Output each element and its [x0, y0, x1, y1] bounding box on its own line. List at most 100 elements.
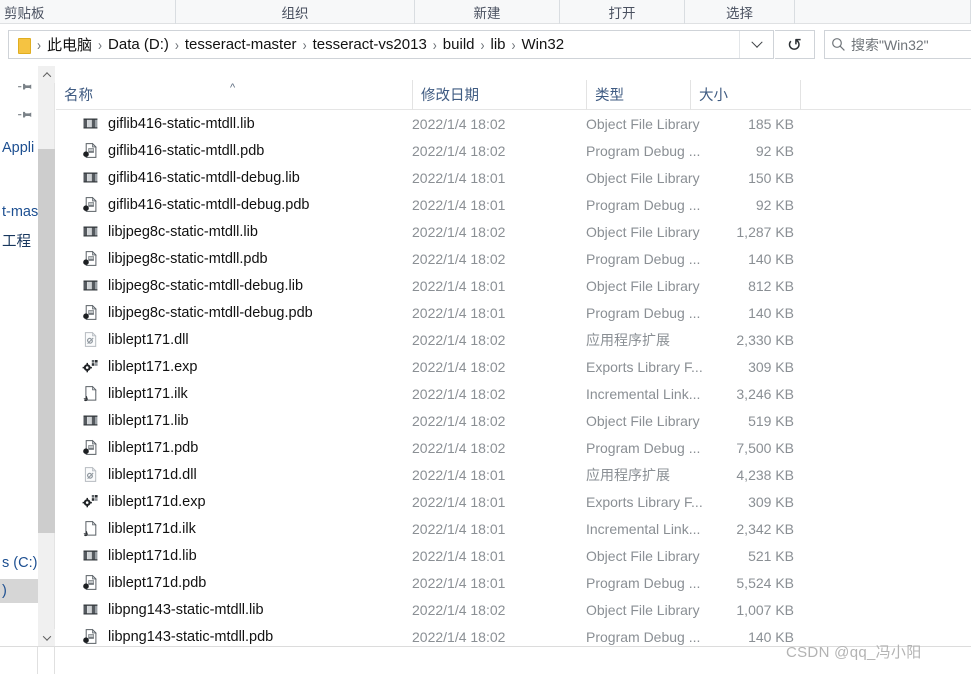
refresh-icon: ↻	[786, 34, 803, 55]
table-row[interactable]: giflib416-static-mtdll.lib 2022/1/4 18:02…	[56, 110, 971, 137]
column-header-label: 名称	[64, 88, 93, 104]
cell-name[interactable]: liblept171d.exp	[82, 488, 412, 515]
cell-date-modified: 2022/1/4 18:02	[412, 601, 506, 618]
table-row[interactable]: giflib416-static-mtdll-debug.pdb 2022/1/4…	[56, 191, 971, 218]
cell-name[interactable]: liblept171.exp	[82, 353, 412, 380]
scroll-up-button[interactable]	[38, 66, 55, 83]
cell-name[interactable]: libjpeg8c-static-mtdll.lib	[82, 218, 412, 245]
column-header-size[interactable]: 大小	[690, 80, 800, 110]
nav-item-5[interactable]: 工程	[0, 228, 31, 252]
cell-name[interactable]: libjpeg8c-static-mtdll-debug.lib	[82, 272, 412, 299]
cell-date-modified: 2022/1/4 18:02	[412, 223, 506, 240]
address-toolbar: › 此电脑 › Data (D:) › tesseract-master › tesserac…	[0, 25, 971, 65]
table-row[interactable]: giflib416-static-mtdll-debug.lib 2022/1/4…	[56, 164, 971, 191]
cell-name[interactable]: liblept171.pdb	[82, 434, 412, 461]
cell-date-modified: 2022/1/4 18:02	[412, 331, 506, 348]
table-row[interactable]: giflib416-static-mtdll.pdb 2022/1/4 18:02…	[56, 137, 971, 164]
cell-name[interactable]: libpng143-static-mtdll.pdb	[82, 623, 412, 646]
cell-name[interactable]: libjpeg8c-static-mtdll-debug.pdb	[82, 299, 412, 326]
column-header-spacer[interactable]	[800, 80, 860, 110]
table-row[interactable]: liblept171.exp 2022/1/4 18:02 Exports Libr…	[56, 353, 971, 380]
table-row[interactable]: libjpeg8c-static-mtdll.pdb 2022/1/4 18:02…	[56, 245, 971, 272]
cell-name[interactable]: giflib416-static-mtdll.lib	[82, 110, 412, 137]
cell-name[interactable]: giflib416-static-mtdll-debug.pdb	[82, 191, 412, 218]
cell-name[interactable]: liblept171d.dll	[82, 461, 412, 488]
pin-icon[interactable]	[15, 103, 38, 126]
file-name-label: libpng143-static-mtdll.pdb	[108, 628, 274, 645]
sort-ascending-icon: ^	[230, 82, 236, 94]
status-bar-segment	[38, 647, 55, 674]
table-row[interactable]: libjpeg8c-static-mtdll-debug.pdb 2022/1/4…	[56, 299, 971, 326]
file-name-label: liblept171.exp	[108, 358, 198, 375]
nav-item-7[interactable]: )	[0, 579, 38, 603]
file-name-label: liblept171d.exp	[108, 493, 206, 510]
column-header-label: 修改日期	[421, 88, 479, 104]
address-bar[interactable]: › 此电脑 › Data (D:) › tesseract-master › tesserac…	[8, 30, 774, 59]
file-rows[interactable]: giflib416-static-mtdll.lib 2022/1/4 18:02…	[56, 110, 971, 646]
table-row[interactable]: liblept171.dll 2022/1/4 18:02 应用程序扩展 2,330 …	[56, 326, 971, 353]
cell-size: 92 KB	[755, 142, 794, 159]
cell-name[interactable]: liblept171d.pdb	[82, 569, 412, 596]
refresh-button[interactable]: ↻	[775, 30, 815, 59]
address-dropdown-button[interactable]	[739, 31, 773, 58]
ribbon-group-label: 组织	[281, 6, 309, 21]
column-header-date[interactable]: 修改日期	[412, 80, 586, 110]
breadcrumb-item-7[interactable]: Win32	[517, 36, 570, 53]
pdb-file-icon	[82, 250, 99, 267]
nav-item-3[interactable]: Appli	[0, 136, 34, 160]
cell-name[interactable]: libjpeg8c-static-mtdll.pdb	[82, 245, 412, 272]
table-row[interactable]: liblept171d.ilk 2022/1/4 18:01 Incremental…	[56, 515, 971, 542]
breadcrumb[interactable]: › 此电脑 › Data (D:) › tesseract-master › tesserac…	[34, 34, 739, 55]
search-box[interactable]: 搜索"Win32"	[824, 30, 971, 59]
pin-icon[interactable]	[15, 75, 38, 98]
scrollbar-thumb[interactable]	[38, 149, 55, 533]
file-name-label: giflib416-static-mtdll-debug.lib	[108, 169, 300, 186]
table-row[interactable]: libjpeg8c-static-mtdll.lib 2022/1/4 18:02…	[56, 218, 971, 245]
file-list-pane[interactable]: 名称 ^ 修改日期 类型 大小 giflib416-static-mtdll.lib 20…	[56, 66, 971, 646]
column-header-name[interactable]: 名称 ^	[56, 80, 412, 110]
breadcrumb-separator: ›	[37, 35, 41, 54]
table-row[interactable]: liblept171d.dll 2022/1/4 18:01 应用程序扩展 4,238…	[56, 461, 971, 488]
cell-name[interactable]: liblept171d.lib	[82, 542, 412, 569]
file-name-label: liblept171.pdb	[108, 439, 199, 456]
breadcrumb-item-1[interactable]: 此电脑	[42, 34, 97, 55]
cell-size: 1,007 KB	[736, 601, 794, 618]
breadcrumb-item-2[interactable]: Data (D:)	[103, 36, 174, 53]
breadcrumb-item-6[interactable]: lib	[486, 36, 511, 53]
table-row[interactable]: liblept171d.lib 2022/1/4 18:01 Object File…	[56, 542, 971, 569]
navigation-scrollbar[interactable]	[38, 66, 55, 646]
exp-file-icon	[82, 493, 99, 510]
cell-name[interactable]: giflib416-static-mtdll-debug.lib	[82, 164, 412, 191]
navigation-pane[interactable]: Appli t-mas 工程 s (C:))	[0, 66, 38, 646]
cell-name[interactable]: libpng143-static-mtdll.lib	[82, 596, 412, 623]
table-row[interactable]: libpng143-static-mtdll.lib 2022/1/4 18:02…	[56, 596, 971, 623]
nav-item-4[interactable]: t-mas	[0, 200, 38, 224]
nav-item-6[interactable]: s (C:)	[0, 551, 37, 575]
cell-name[interactable]: giflib416-static-mtdll.pdb	[82, 137, 412, 164]
table-row[interactable]: liblept171d.exp 2022/1/4 18:01 Exports Lib…	[56, 488, 971, 515]
search-icon	[825, 37, 851, 52]
pdb-file-icon	[82, 304, 99, 321]
cell-name[interactable]: liblept171.dll	[82, 326, 412, 353]
breadcrumb-item-5[interactable]: build	[438, 36, 480, 53]
cell-name[interactable]: liblept171.lib	[82, 407, 412, 434]
table-row[interactable]: liblept171.ilk 2022/1/4 18:02 Incremental …	[56, 380, 971, 407]
file-name-label: libjpeg8c-static-mtdll.lib	[108, 223, 258, 240]
scroll-down-button[interactable]	[38, 629, 55, 646]
cell-name[interactable]: liblept171.ilk	[82, 380, 412, 407]
table-row[interactable]: liblept171d.pdb 2022/1/4 18:01 Program Deb…	[56, 569, 971, 596]
table-row[interactable]: liblept171.pdb 2022/1/4 18:02 Program Debu…	[56, 434, 971, 461]
ribbon-group-5: 选择	[685, 0, 795, 24]
cell-name[interactable]: liblept171d.ilk	[82, 515, 412, 542]
search-input[interactable]: 搜索"Win32"	[851, 35, 929, 55]
cell-date-modified: 2022/1/4 18:02	[412, 412, 506, 429]
cell-date-modified: 2022/1/4 18:02	[412, 439, 506, 456]
column-header-type[interactable]: 类型	[586, 80, 690, 110]
cell-date-modified: 2022/1/4 18:02	[412, 142, 506, 159]
table-row[interactable]: libjpeg8c-static-mtdll-debug.lib 2022/1/4…	[56, 272, 971, 299]
breadcrumb-item-4[interactable]: tesseract-vs2013	[308, 36, 432, 53]
cell-date-modified: 2022/1/4 18:01	[412, 196, 506, 213]
table-row[interactable]: liblept171.lib 2022/1/4 18:02 Object File …	[56, 407, 971, 434]
column-header-row[interactable]: 名称 ^ 修改日期 类型 大小	[56, 66, 971, 110]
breadcrumb-item-3[interactable]: tesseract-master	[180, 36, 302, 53]
